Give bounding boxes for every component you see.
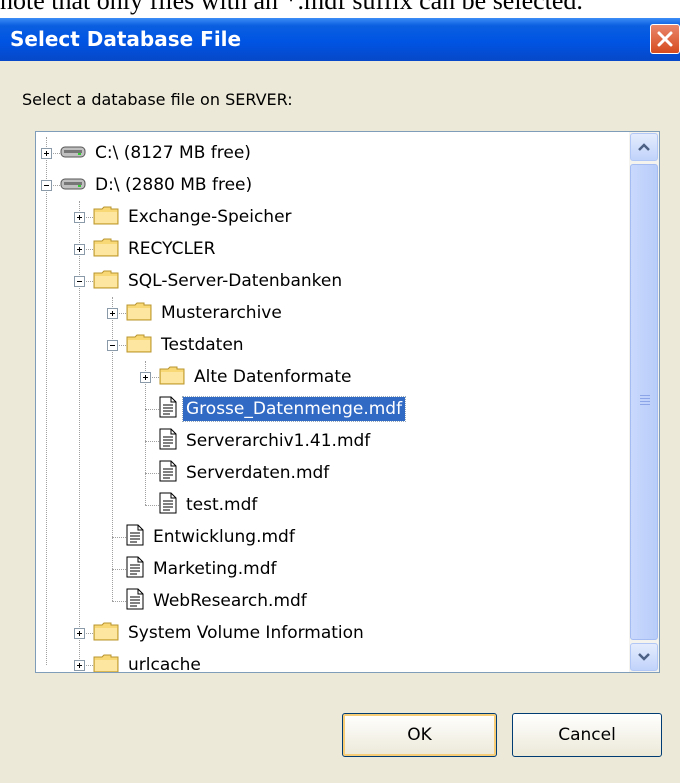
- title-bar[interactable]: Select Database File: [0, 18, 680, 61]
- tree-item[interactable]: WebResearch.mdf: [126, 585, 310, 617]
- tree-item-label: System Volume Information: [128, 623, 364, 643]
- folder-icon: [93, 205, 119, 229]
- tree-item-label: Serverarchiv1.41.mdf: [186, 431, 371, 451]
- folder-icon: [159, 365, 185, 389]
- folder-icon: [93, 237, 119, 261]
- tree-guide-line: [79, 201, 80, 665]
- file-icon: [159, 492, 177, 518]
- tree-item-label: C:\ (8127 MB free): [95, 143, 251, 163]
- close-icon: [657, 31, 673, 47]
- tree-item[interactable]: Entwicklung.mdf: [126, 521, 298, 553]
- file-icon: [126, 556, 144, 582]
- close-button[interactable]: [650, 24, 680, 54]
- collapse-icon[interactable]: [41, 180, 52, 191]
- scroll-up-button[interactable]: [630, 133, 658, 161]
- file-icon: [126, 524, 144, 550]
- folder-icon: [93, 653, 119, 672]
- tree-item-label: Musterarchive: [161, 303, 282, 323]
- tree-item[interactable]: Marketing.mdf: [126, 553, 279, 585]
- chevron-up-icon: [638, 143, 650, 151]
- tree-item[interactable]: SQL-Server-Datenbanken: [93, 265, 345, 297]
- tree-guide-line: [46, 137, 47, 665]
- file-icon: [159, 428, 177, 454]
- collapse-icon[interactable]: [74, 276, 85, 287]
- tree-item[interactable]: Serverdaten.mdf: [159, 457, 332, 489]
- grip-icon: [640, 395, 650, 407]
- expand-icon[interactable]: [41, 148, 52, 159]
- tree-item[interactable]: urlcache: [93, 649, 204, 673]
- tree-item[interactable]: D:\ (2880 MB free): [60, 169, 255, 201]
- scroll-thumb[interactable]: [630, 164, 658, 640]
- tree-item[interactable]: Serverarchiv1.41.mdf: [159, 425, 373, 457]
- tree-item-label: Marketing.mdf: [153, 559, 277, 579]
- expand-icon[interactable]: [74, 212, 85, 223]
- expand-icon[interactable]: [140, 372, 151, 383]
- tree-item[interactable]: test.mdf: [159, 489, 260, 521]
- tree-item[interactable]: Musterarchive: [126, 297, 285, 329]
- chevron-down-icon: [638, 653, 650, 661]
- tree-item[interactable]: Grosse_Datenmenge.mdf: [159, 393, 407, 425]
- expand-icon[interactable]: [107, 308, 118, 319]
- expand-icon[interactable]: [74, 660, 85, 671]
- tree-item[interactable]: Testdaten: [126, 329, 247, 361]
- tree-item-label: RECYCLER: [128, 239, 216, 259]
- file-icon: [126, 588, 144, 614]
- file-tree[interactable]: C:\ (8127 MB free) D:\ (2880 MB free) Exch…: [35, 131, 660, 673]
- tree-item[interactable]: C:\ (8127 MB free): [60, 137, 254, 169]
- folder-icon: [93, 269, 119, 293]
- collapse-icon[interactable]: [107, 340, 118, 351]
- select-database-dialog: Select Database File Select a database f…: [0, 18, 680, 783]
- expand-icon[interactable]: [74, 244, 85, 255]
- tree-item-label: Testdaten: [161, 335, 244, 355]
- ok-button[interactable]: OK: [342, 713, 497, 757]
- tree-item-label: Entwicklung.mdf: [153, 527, 295, 547]
- tree-item[interactable]: System Volume Information: [93, 617, 367, 649]
- tree-item-label: test.mdf: [186, 495, 258, 515]
- tree-item-label: Exchange-Speicher: [128, 207, 292, 227]
- scroll-down-button[interactable]: [630, 643, 658, 671]
- folder-icon: [93, 621, 119, 645]
- tree-item[interactable]: Exchange-Speicher: [93, 201, 295, 233]
- caption-text: note that only files with an *.mdf suffi…: [0, 0, 583, 15]
- vertical-scrollbar[interactable]: [629, 132, 659, 672]
- caption-fragment: note that only files with an *.mdf suffi…: [0, 0, 680, 18]
- tree-item-label: WebResearch.mdf: [153, 591, 307, 611]
- tree-item[interactable]: Alte Datenformate: [159, 361, 354, 393]
- tree-item[interactable]: RECYCLER: [93, 233, 218, 265]
- expand-icon[interactable]: [74, 628, 85, 639]
- tree-item-label: Serverdaten.mdf: [186, 463, 330, 483]
- folder-icon: [126, 333, 152, 357]
- tree-item-label: SQL-Server-Datenbanken: [128, 271, 343, 291]
- drive-icon: [60, 144, 86, 163]
- file-icon: [159, 396, 177, 422]
- prompt-label: Select a database file on SERVER:: [22, 90, 293, 109]
- dialog-title: Select Database File: [10, 27, 242, 51]
- tree-item-label: Grosse_Datenmenge.mdf: [181, 396, 407, 422]
- tree-item-label: D:\ (2880 MB free): [95, 175, 253, 195]
- tree-item-label: Alte Datenformate: [194, 367, 352, 387]
- folder-icon: [126, 301, 152, 325]
- cancel-button[interactable]: Cancel: [512, 713, 662, 757]
- tree-item-label: urlcache: [128, 655, 201, 673]
- file-icon: [159, 460, 177, 486]
- drive-icon: [60, 176, 86, 195]
